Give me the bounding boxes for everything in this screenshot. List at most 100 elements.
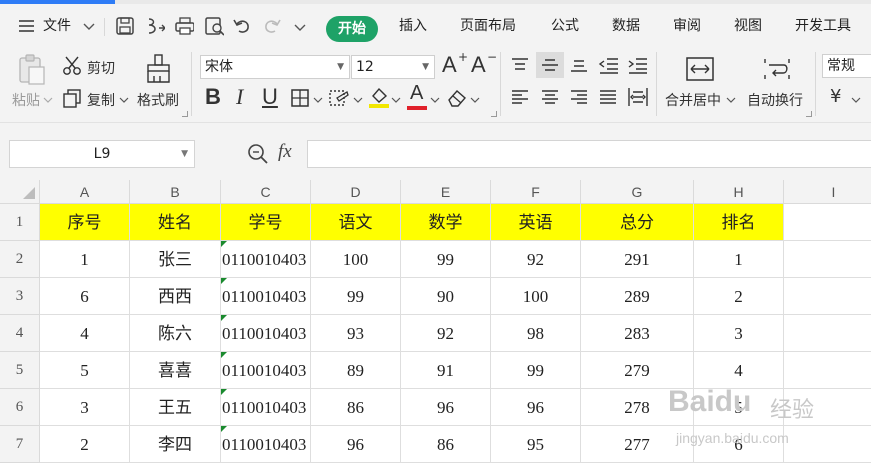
number-format-select[interactable]: 常规 <box>822 54 871 78</box>
cell-style-dropdown-icon[interactable] <box>353 96 363 104</box>
cell-f3[interactable]: 100 <box>491 278 581 315</box>
row-header-4[interactable]: 4 <box>0 315 40 352</box>
column-header-b[interactable]: B <box>130 180 221 204</box>
alignment-launcher-icon[interactable] <box>806 111 812 117</box>
align-middle-icon[interactable] <box>540 56 560 74</box>
column-header-f[interactable]: F <box>491 180 581 204</box>
font-size-select[interactable]: 12 ▼ <box>351 55 435 79</box>
column-header-g[interactable]: G <box>581 180 694 204</box>
cell-b4[interactable]: 陈六 <box>130 315 221 352</box>
cell-a7[interactable]: 2 <box>40 426 130 463</box>
wrap-text-button[interactable]: 自动换行 <box>747 90 803 110</box>
function-fx-button[interactable]: fx <box>278 141 292 163</box>
grow-font-button[interactable]: A <box>442 52 457 78</box>
distributed-align-icon[interactable] <box>627 86 649 108</box>
borders-icon[interactable] <box>290 88 310 108</box>
menu-file[interactable]: 文件 <box>43 4 71 48</box>
cell-g2[interactable]: 291 <box>581 241 694 278</box>
zoom-search-icon[interactable] <box>247 143 269 165</box>
save-icon[interactable] <box>115 16 135 36</box>
cell-c6[interactable]: 0110010403 <box>221 389 311 426</box>
clipboard-launcher-icon[interactable] <box>182 111 188 117</box>
cell-b2[interactable]: 张三 <box>130 241 221 278</box>
paste-dropdown-icon[interactable] <box>43 96 53 104</box>
cell-f1[interactable]: 英语 <box>491 204 581 241</box>
tab-insert[interactable]: 插入 <box>399 4 427 48</box>
cell-c3[interactable]: 0110010403 <box>221 278 311 315</box>
align-top-icon[interactable] <box>510 56 530 74</box>
fill-color-icon[interactable] <box>368 86 390 108</box>
cell-d6[interactable]: 86 <box>311 389 401 426</box>
cell-e7[interactable]: 86 <box>401 426 491 463</box>
fill-color-dropdown-icon[interactable] <box>391 96 401 104</box>
font-launcher-icon[interactable] <box>491 111 497 117</box>
cell-c4[interactable]: 0110010403 <box>221 315 311 352</box>
copy-dropdown-icon[interactable] <box>119 96 129 104</box>
name-box[interactable]: L9 ▼ <box>9 140 195 168</box>
scissors-icon[interactable] <box>62 56 84 76</box>
cell-b6[interactable]: 王五 <box>130 389 221 426</box>
cell-g4[interactable]: 283 <box>581 315 694 352</box>
column-header-e[interactable]: E <box>401 180 491 204</box>
align-left-icon[interactable] <box>510 88 530 106</box>
cell-b5[interactable]: 喜喜 <box>130 352 221 389</box>
cell-e2[interactable]: 99 <box>401 241 491 278</box>
cell-h5[interactable]: 4 <box>694 352 784 389</box>
redo-icon[interactable] <box>262 16 282 36</box>
undo-icon[interactable] <box>232 16 252 36</box>
align-right-icon[interactable] <box>569 88 589 106</box>
currency-button[interactable]: ¥ <box>830 86 841 107</box>
cell-d5[interactable]: 89 <box>311 352 401 389</box>
cell-e1[interactable]: 数学 <box>401 204 491 241</box>
cell-a4[interactable]: 4 <box>40 315 130 352</box>
cell-d7[interactable]: 96 <box>311 426 401 463</box>
cell-b3[interactable]: 西西 <box>130 278 221 315</box>
tab-home[interactable]: 开始 <box>326 16 378 42</box>
cell-a3[interactable]: 6 <box>40 278 130 315</box>
cell-f6[interactable]: 96 <box>491 389 581 426</box>
justify-icon[interactable] <box>598 88 618 106</box>
cell-i2[interactable] <box>784 241 871 278</box>
cell-d4[interactable]: 93 <box>311 315 401 352</box>
decrease-indent-icon[interactable] <box>598 56 620 74</box>
font-color-dropdown-icon[interactable] <box>430 96 440 104</box>
cell-i4[interactable] <box>784 315 871 352</box>
cell-i5[interactable] <box>784 352 871 389</box>
cell-f2[interactable]: 92 <box>491 241 581 278</box>
tab-page-layout[interactable]: 页面布局 <box>460 4 516 48</box>
cell-g5[interactable]: 279 <box>581 352 694 389</box>
print-preview-icon[interactable] <box>204 16 224 36</box>
wrap-text-icon[interactable] <box>762 56 792 82</box>
cell-g3[interactable]: 289 <box>581 278 694 315</box>
eraser-icon[interactable] <box>446 88 468 108</box>
cell-style-icon[interactable] <box>328 88 350 108</box>
format-painter-button[interactable]: 格式刷 <box>137 90 179 110</box>
row-header-5[interactable]: 5 <box>0 352 40 389</box>
cell-i7[interactable] <box>784 426 871 463</box>
column-header-d[interactable]: D <box>311 180 401 204</box>
cell-b1[interactable]: 姓名 <box>130 204 221 241</box>
copy-button[interactable]: 复制 <box>87 90 115 110</box>
column-header-h[interactable]: H <box>694 180 784 204</box>
tab-developer[interactable]: 开发工具 <box>795 4 851 48</box>
currency-dropdown-icon[interactable] <box>851 96 861 104</box>
row-header-3[interactable]: 3 <box>0 278 40 315</box>
cell-i3[interactable] <box>784 278 871 315</box>
formula-input[interactable] <box>307 140 871 168</box>
row-header-1[interactable]: 1 <box>0 204 40 241</box>
copy-icon[interactable] <box>62 88 82 108</box>
cell-c2[interactable]: 0110010403 <box>221 241 311 278</box>
merge-center-button[interactable]: 合并居中 <box>665 90 721 110</box>
cell-d2[interactable]: 100 <box>311 241 401 278</box>
cell-a6[interactable]: 3 <box>40 389 130 426</box>
italic-button[interactable]: I <box>236 84 243 110</box>
shrink-font-button[interactable]: A <box>471 52 486 78</box>
cell-g1[interactable]: 总分 <box>581 204 694 241</box>
cut-button[interactable]: 剪切 <box>87 58 115 78</box>
merge-center-icon[interactable] <box>685 56 715 82</box>
cell-f4[interactable]: 98 <box>491 315 581 352</box>
spreadsheet-grid[interactable]: ABCDEFGHI 1234567 序号 姓名 学号 语文 数学 英语 总分 排名 1 张三 011… <box>0 180 871 472</box>
cell-a2[interactable]: 1 <box>40 241 130 278</box>
cell-b7[interactable]: 李四 <box>130 426 221 463</box>
paste-icon[interactable] <box>16 54 48 86</box>
